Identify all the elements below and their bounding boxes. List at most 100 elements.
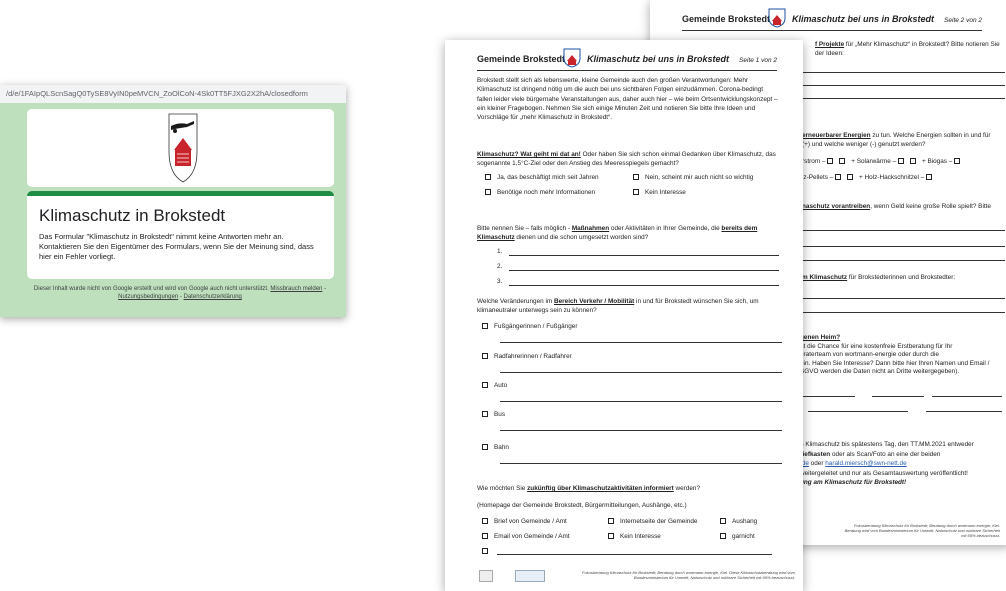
checkbox[interactable] <box>839 158 846 164</box>
info-option-other[interactable] <box>482 547 494 556</box>
form-footer: Dieser Inhalt wurde nicht von Google ers… <box>33 286 327 300</box>
answer-line[interactable] <box>800 72 1005 73</box>
checkbox[interactable] <box>485 189 491 195</box>
option-row[interactable]: Ja, das beschäftigt mich seit Jahren <box>485 173 625 182</box>
checkbox[interactable] <box>482 382 488 388</box>
address-field-line[interactable] <box>808 411 908 412</box>
answer-line[interactable] <box>509 255 779 256</box>
option-row[interactable]: Benötige noch mehr Informationen <box>485 188 625 197</box>
answer-line[interactable] <box>497 554 772 555</box>
residents-question: m Klimaschutz für Brokstedterinnen und B… <box>802 274 956 281</box>
answer-line[interactable] <box>800 98 1005 99</box>
header-divider <box>477 70 777 71</box>
form-title: Klimaschutz in Brokstedt <box>39 206 226 225</box>
municipality-name: Gemeinde Brokstedt <box>477 54 566 64</box>
intro-paragraph: Brokstedt stellt sich als lebenswerte, k… <box>477 77 778 122</box>
checkbox[interactable] <box>926 174 933 180</box>
phone-field-line[interactable] <box>932 396 1002 397</box>
checkbox[interactable] <box>835 174 842 180</box>
mobility-option[interactable]: Bahn <box>482 443 509 452</box>
funding-footnote: Fokusberatung Klimaschutz für Brokstedt;… <box>844 523 1000 538</box>
return-instructions: n Klimaschutz bis spätestens Tag, den TT… <box>800 441 974 487</box>
mobility-option[interactable]: Bus <box>482 410 505 419</box>
questionnaire-page-1: Gemeinde Brokstedt Klimaschutz bei uns i… <box>445 40 803 591</box>
form-title-card: Klimaschutz in Brokstedt Das Formular "K… <box>27 191 334 279</box>
question-mobility: Welche Veränderungen im Bereich Verkehr … <box>477 298 759 315</box>
form-header-image <box>27 109 334 187</box>
option-row[interactable]: Nein, scheint mir auch nicht so wichtig <box>633 173 783 182</box>
checkbox[interactable] <box>720 533 726 539</box>
answer-line[interactable] <box>509 270 779 271</box>
name-field-line[interactable] <box>800 396 855 397</box>
question-measures: Bitte nennen Sie – falls möglich - Maßna… <box>477 225 758 242</box>
info-option[interactable]: Internetseite der Gemeinde <box>608 517 697 526</box>
info-option[interactable]: garnicht <box>720 532 755 541</box>
climate-protection-question: naschutz vorantreiben, wenn Geld keine g… <box>802 203 991 210</box>
ministry-logo-icon <box>479 570 493 582</box>
answer-line[interactable] <box>500 430 782 431</box>
terms-link[interactable]: Nutzungsbedingungen <box>118 294 178 300</box>
report-abuse-link[interactable]: Missbrauch melden <box>270 286 322 292</box>
checkbox[interactable] <box>909 158 916 164</box>
page-header: Gemeinde Brokstedt Klimaschutz bei uns i… <box>477 48 777 71</box>
brokstedt-crest-icon <box>768 8 786 28</box>
list-number: 1. <box>497 248 503 255</box>
brokstedt-crest-icon <box>168 113 198 183</box>
funding-footnote: Fokusberatung Klimaschutz für Brokstedt;… <box>582 570 795 580</box>
home-consulting-section: genen Heim? ht die Chance für eine koste… <box>800 334 990 376</box>
answer-line[interactable] <box>500 401 782 402</box>
email-link[interactable]: harald.miersch@swn-nett.de <box>825 460 906 467</box>
email-field-line[interactable] <box>872 396 924 397</box>
projects-question: f Projekte für „Mehr Klimaschutz“ in Bro… <box>815 41 1000 58</box>
question-information: Wie möchten Sie zukünftig über Klimaschu… <box>477 485 701 492</box>
list-number: 3. <box>497 278 503 285</box>
checkbox[interactable] <box>897 158 904 164</box>
answer-line[interactable] <box>800 312 1005 313</box>
checkbox[interactable] <box>608 533 614 539</box>
info-option[interactable]: Email von Gemeinde / Amt <box>482 532 570 541</box>
checkbox[interactable] <box>482 444 488 450</box>
checkbox[interactable] <box>847 174 854 180</box>
checkbox[interactable] <box>482 518 488 524</box>
answer-line[interactable] <box>800 246 1005 247</box>
mobility-option[interactable]: Auto <box>482 381 507 390</box>
checkbox[interactable] <box>633 189 639 195</box>
checkbox[interactable] <box>720 518 726 524</box>
address-field-line[interactable] <box>926 411 1002 412</box>
closed-form-message: Das Formular "Klimaschutz in Brokstedt" … <box>39 232 314 261</box>
option-row[interactable]: Kein Interesse <box>633 188 783 197</box>
checkbox[interactable] <box>482 353 488 359</box>
mobility-option[interactable]: Radfahrerinnen / Radfahrer <box>482 352 572 361</box>
checkbox[interactable] <box>827 158 834 164</box>
privacy-link[interactable]: Datenschutzerklärung <box>184 294 242 300</box>
answer-line[interactable] <box>800 85 1005 86</box>
answer-line[interactable] <box>800 230 1005 231</box>
information-hint: (Homepage der Gemeinde Brokstedt, Bürger… <box>477 502 687 509</box>
info-option[interactable]: Brief von Gemeinde / Amt <box>482 517 567 526</box>
checkbox[interactable] <box>954 158 961 164</box>
checkbox[interactable] <box>482 323 488 329</box>
info-option[interactable]: Kein Interesse <box>608 532 661 541</box>
answer-line[interactable] <box>800 298 1005 299</box>
energy-question: erneuerbarer Energien zu tun. Welche Ene… <box>802 132 991 149</box>
energy-options-row-2: lz-Pellets – + Holz-Hackschnitzel – <box>802 173 1006 182</box>
checkbox[interactable] <box>485 174 491 180</box>
answer-line[interactable] <box>509 285 779 286</box>
checkbox[interactable] <box>608 518 614 524</box>
address-bar[interactable]: /d/e/1FAIpQLScnSagQ0TySE8VyIN0peMVCN_ZoO… <box>0 85 346 103</box>
footer-disclaimer: Dieser Inhalt wurde nicht von Google ers… <box>33 286 269 292</box>
municipality-name: Gemeinde Brokstedt <box>682 14 771 24</box>
info-option[interactable]: Aushang <box>720 517 757 526</box>
mobility-option[interactable]: Fußgängerinnen / Fußgänger <box>482 322 577 331</box>
answer-line[interactable] <box>500 372 782 373</box>
page-number: Seite 1 von 2 <box>739 57 777 64</box>
answer-line[interactable] <box>500 342 782 343</box>
page-number: Seite 2 von 2 <box>944 17 982 24</box>
checkbox[interactable] <box>482 548 488 554</box>
checkbox[interactable] <box>482 411 488 417</box>
answer-line[interactable] <box>800 260 1005 261</box>
checkbox[interactable] <box>482 533 488 539</box>
page-header: Gemeinde Brokstedt Klimaschutz bei uns i… <box>682 8 982 31</box>
checkbox[interactable] <box>633 174 639 180</box>
answer-line[interactable] <box>500 463 782 464</box>
